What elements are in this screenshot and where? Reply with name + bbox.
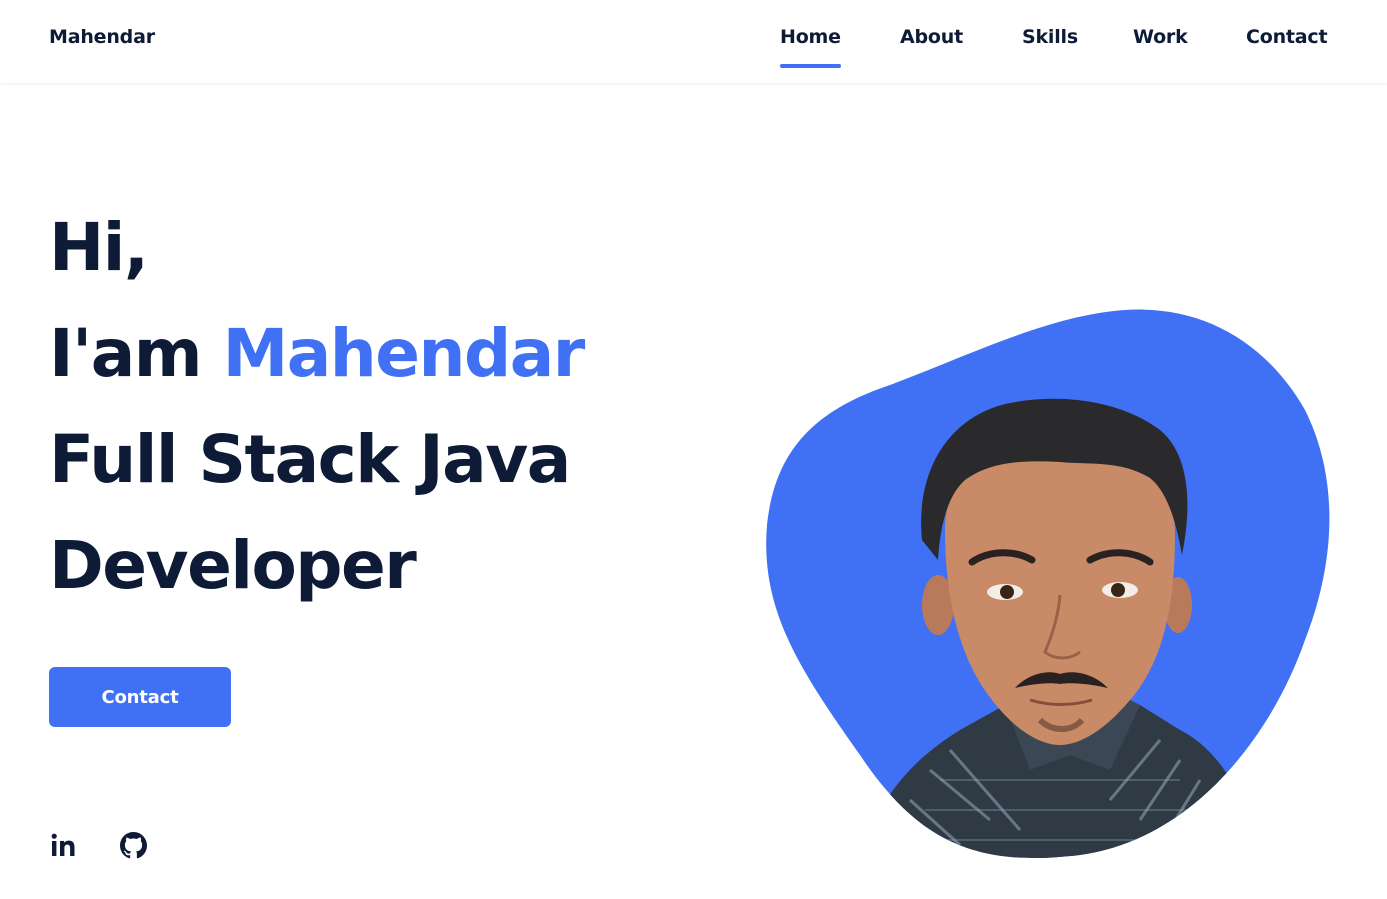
github-icon xyxy=(120,832,147,859)
hero-title: Hi, I'am Mahendar Full Stack Java Develo… xyxy=(49,195,586,619)
nav-item-about[interactable]: About xyxy=(900,26,963,48)
linkedin-link[interactable]: linkedin-icon xyxy=(50,832,76,858)
nav-item-contact[interactable]: Contact xyxy=(1246,26,1328,48)
contact-button[interactable]: Contact xyxy=(49,667,231,727)
nav-item-work[interactable]: Work xyxy=(1133,26,1188,48)
hero-role-line-2: Developer xyxy=(49,527,417,604)
profile-blob xyxy=(766,309,1330,859)
hero-intro: I'am Mahendar xyxy=(49,301,586,407)
profile-photo xyxy=(760,300,1335,865)
main-nav: Home About Skills Work Contact xyxy=(0,26,1387,76)
hero-greeting: Hi, xyxy=(49,209,149,286)
site-header: Mahendar Home About Skills Work Contact xyxy=(0,0,1387,83)
hero-role-line-1: Full Stack Java xyxy=(49,421,571,498)
nav-item-home[interactable]: Home xyxy=(780,26,841,68)
linkedin-icon xyxy=(51,833,75,856)
nav-item-skills[interactable]: Skills xyxy=(1022,26,1078,48)
github-link[interactable]: github-icon xyxy=(120,832,147,859)
hero-intro-prefix: I'am xyxy=(49,315,223,392)
hero-name: Mahendar xyxy=(222,315,586,392)
